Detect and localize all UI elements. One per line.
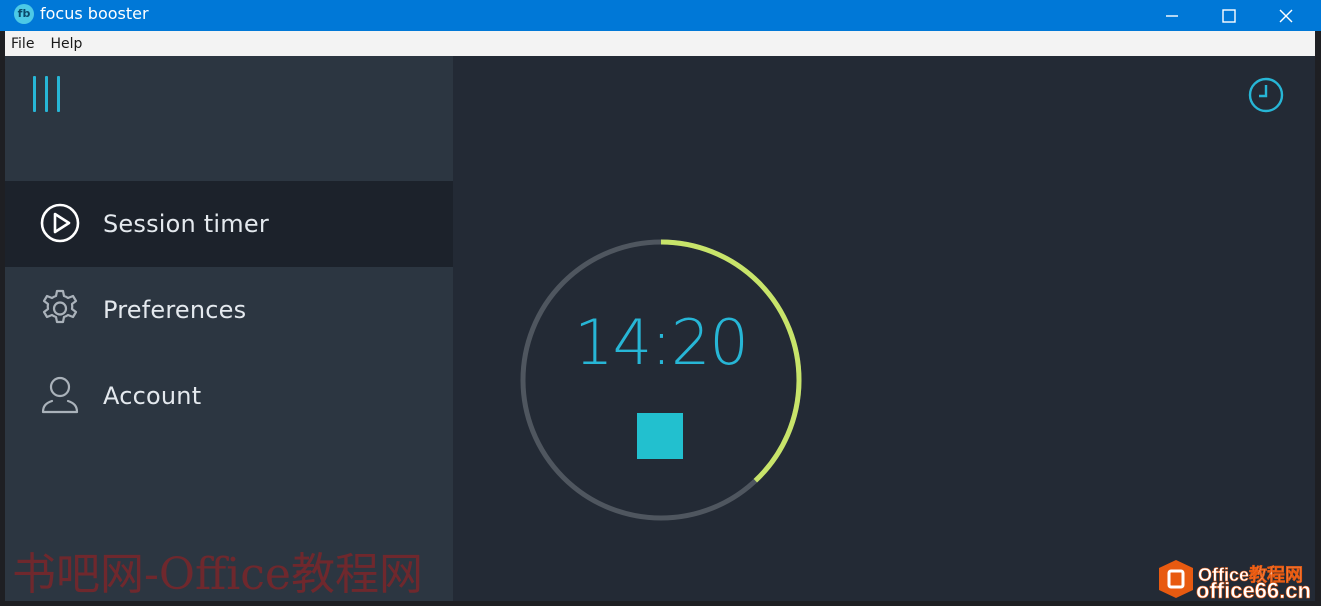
title-bar: fb focus booster bbox=[0, 0, 1321, 31]
maximize-icon bbox=[1222, 8, 1236, 23]
menu-file[interactable]: File bbox=[11, 36, 34, 52]
gear-icon bbox=[42, 289, 78, 324]
watermark-right-bottom: office66.cn bbox=[1196, 578, 1312, 604]
menu-help[interactable]: Help bbox=[50, 36, 82, 52]
minimize-button[interactable] bbox=[1146, 0, 1198, 31]
sidebar-item-account[interactable]: Account bbox=[5, 353, 453, 439]
clock-icon[interactable] bbox=[1247, 76, 1285, 114]
close-button[interactable] bbox=[1260, 0, 1312, 31]
menu-bar: File Help bbox=[5, 31, 1315, 56]
app-window: fb focus booster File Help Session timer bbox=[0, 0, 1321, 601]
watermark-left: 书吧网-Office教程网 bbox=[12, 549, 423, 600]
close-icon bbox=[1279, 9, 1293, 22]
stop-button[interactable] bbox=[637, 413, 683, 459]
play-circle-icon bbox=[40, 203, 80, 243]
hamburger-icon[interactable] bbox=[31, 76, 65, 112]
timer-progress-ring bbox=[520, 239, 802, 521]
sidebar: Session timer Preferences Account bbox=[5, 56, 453, 601]
sidebar-item-preferences[interactable]: Preferences bbox=[5, 267, 453, 353]
timer-display: 14:20 bbox=[574, 306, 749, 379]
minimize-icon bbox=[1166, 14, 1178, 17]
sidebar-item-label: Preferences bbox=[103, 296, 247, 324]
office-logo-icon bbox=[1159, 560, 1193, 598]
maximize-button[interactable] bbox=[1203, 0, 1255, 31]
sidebar-item-label: Account bbox=[103, 382, 202, 410]
window-title: focus booster bbox=[40, 4, 149, 23]
user-icon bbox=[41, 376, 79, 414]
sidebar-item-label: Session timer bbox=[103, 210, 269, 238]
main-panel: 14:20 bbox=[453, 56, 1315, 601]
app-logo-icon: fb bbox=[14, 4, 34, 24]
sidebar-item-session-timer[interactable]: Session timer bbox=[5, 181, 453, 267]
